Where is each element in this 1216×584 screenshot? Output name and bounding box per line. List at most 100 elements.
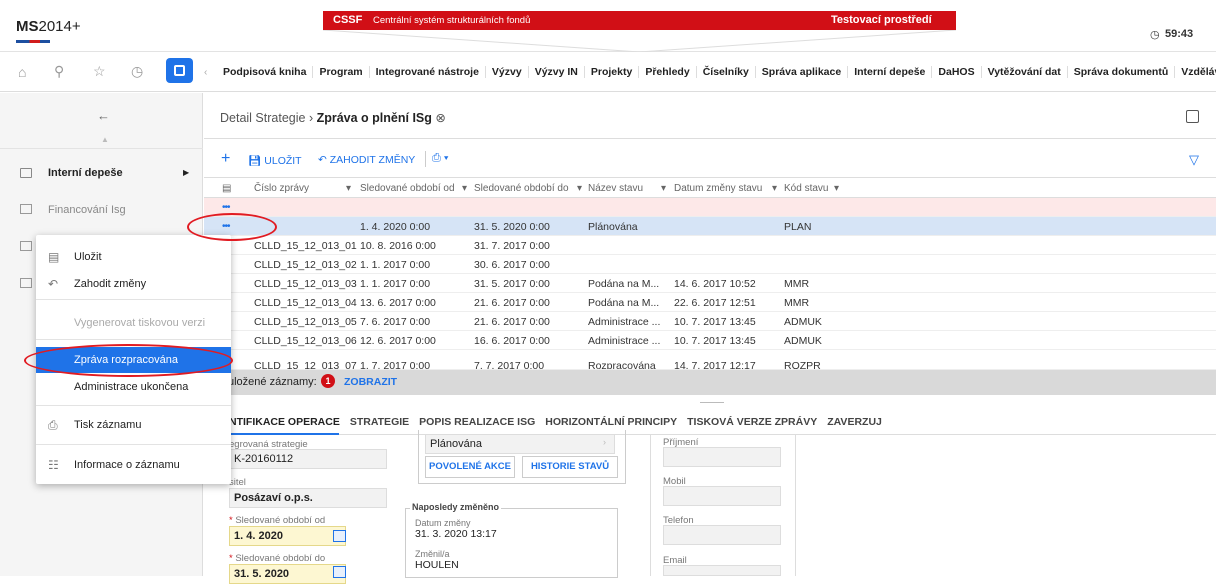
main-menu: Podpisová kniha Program Integrované nást… xyxy=(223,66,1216,78)
history-icon[interactable]: ◷ xyxy=(131,63,143,80)
chevron-right-icon[interactable]: ▶ xyxy=(183,168,189,177)
sort-icon[interactable]: ▾ xyxy=(834,183,839,194)
state-history-button[interactable]: HISTORIE STAVŮ xyxy=(522,456,618,478)
menu-item-administration-finished[interactable]: Administrace ukončena xyxy=(36,374,231,400)
sidebar-item-financovani[interactable]: Financování Isg xyxy=(48,204,126,216)
table-row[interactable]: CLLD_15_12_013_06 12. 6. 2017 0:00 16. 6… xyxy=(204,331,1216,350)
sort-icon[interactable]: ▾ xyxy=(772,183,777,194)
chevron-left-icon[interactable]: ‹ xyxy=(204,67,207,78)
from-date-input[interactable]: 1. 4. 2020 xyxy=(229,526,346,546)
menu-item[interactable]: Správa aplikace xyxy=(754,66,847,78)
menu-item[interactable]: Program xyxy=(312,66,368,78)
tab-tiskova-verze[interactable]: TISKOVÁ VERZE ZPRÁVY xyxy=(687,416,817,428)
menu-item-print-record[interactable]: ⎙ Tisk záznamu xyxy=(36,412,231,438)
menu-item-record-info[interactable]: ☷ Informace o záznamu xyxy=(36,452,231,478)
table-header: ▤ Číslo zprávy ▾ Sledované období od ▾ S… xyxy=(204,177,1216,198)
column-settings-icon[interactable]: ▤ xyxy=(222,183,231,194)
environment-label: Testovací prostředí xyxy=(831,14,932,26)
menu-item[interactable]: Vzdělávání xyxy=(1174,66,1216,78)
row-menu-icon[interactable]: ••• xyxy=(222,202,230,213)
page-title: Zpráva o plnění ISg xyxy=(316,111,432,125)
menu-item[interactable]: Výzvy IN xyxy=(527,66,584,78)
column-header[interactable]: Sledované období do xyxy=(474,183,569,194)
panel-toggle-icon[interactable] xyxy=(1186,110,1199,123)
menu-item[interactable]: Vytěžování dat xyxy=(980,66,1067,78)
calendar-icon[interactable] xyxy=(333,566,346,578)
annotation-circle xyxy=(24,344,233,377)
save-icon: 💾︎ xyxy=(248,155,262,167)
star-icon[interactable]: ☆ xyxy=(93,63,106,80)
discard-button[interactable]: ↶ ZAHODIT ZMĚNY xyxy=(318,154,415,166)
back-arrow-icon[interactable]: ← xyxy=(97,108,110,123)
menu-item[interactable]: Správa dokumentů xyxy=(1066,66,1175,78)
session-timer: 59:43 xyxy=(1165,28,1194,40)
menu-item[interactable]: Výzvy xyxy=(484,66,528,78)
tab-zaverzuj[interactable]: ZAVERZUJ xyxy=(827,416,882,428)
table-row[interactable]: CLLD_15_12_013_07 1. 7. 2017 0:00 7. 7. … xyxy=(204,350,1216,370)
breadcrumb-parent[interactable]: Detail Strategie xyxy=(220,111,305,125)
window-button[interactable] xyxy=(166,58,193,83)
sort-icon[interactable]: ▾ xyxy=(346,183,351,194)
filter-icon[interactable]: ▽ xyxy=(1189,152,1199,168)
sort-icon[interactable]: ▾ xyxy=(577,183,582,194)
table-row[interactable]: CLLD_15_12_013_05 7. 6. 2017 0:00 21. 6.… xyxy=(204,312,1216,331)
print-dropdown-button[interactable]: ⎙ ▾ xyxy=(432,152,449,165)
email-field[interactable] xyxy=(663,565,781,576)
add-icon[interactable]: + xyxy=(221,150,230,168)
splitter-handle[interactable] xyxy=(700,402,724,403)
column-header[interactable]: Datum změny stavu xyxy=(674,183,762,194)
tab-popis-realizace[interactable]: POPIS REALIZACE ISG xyxy=(419,416,535,428)
holder-field: Posázaví o.p.s. xyxy=(229,488,387,508)
document-icon xyxy=(20,241,32,251)
column-header[interactable]: Kód stavu xyxy=(784,183,828,194)
home-icon[interactable]: ⌂ xyxy=(18,64,26,80)
close-circle-icon[interactable]: ⊗ xyxy=(435,111,445,125)
table-row[interactable]: CLLD_15_12_013_02 1. 1. 2017 0:00 30. 6.… xyxy=(204,255,1216,274)
allowed-actions-button[interactable]: POVOLENÉ AKCE xyxy=(425,456,515,478)
menu-item[interactable]: DaHOS xyxy=(931,66,980,78)
menu-item[interactable]: Interní depeše xyxy=(847,66,931,78)
show-saved-button[interactable]: ZOBRAZIT xyxy=(344,376,397,388)
column-header[interactable]: Název stavu xyxy=(588,183,643,194)
tab-horizontalni-principy[interactable]: HORIZONTÁLNÍ PRINCIPY xyxy=(545,416,677,428)
column-header[interactable]: Číslo zprávy xyxy=(254,183,309,194)
menu-item-save[interactable]: ▤ Uložit xyxy=(36,244,231,270)
active-tab-indicator xyxy=(229,433,339,435)
menu-item-generate-print[interactable]: Vygenerovat tiskovou verzi xyxy=(36,310,231,336)
save-button[interactable]: 💾︎ ULOŽIT xyxy=(248,154,302,167)
menu-divider xyxy=(36,339,231,340)
to-date-input[interactable]: 31. 5. 2020 xyxy=(229,564,346,584)
sidebar-item-interni-depese[interactable]: Interní depeše xyxy=(48,167,123,179)
surname-field[interactable] xyxy=(663,447,781,467)
table-row-new[interactable]: ••• xyxy=(204,198,1216,217)
sidebar-divider xyxy=(0,148,203,149)
menu-item-discard[interactable]: ↶ Zahodit změny xyxy=(36,271,231,297)
menu-item[interactable]: Číselníky xyxy=(695,66,755,78)
menu-item[interactable]: Integrované nástroje xyxy=(368,66,485,78)
column-header[interactable]: Sledované období od xyxy=(360,183,455,194)
system-full-name: Centrální systém strukturálních fondů xyxy=(373,15,531,26)
menu-item[interactable]: Podpisová kniha xyxy=(223,66,312,78)
document-icon xyxy=(20,278,32,288)
search-icon[interactable]: ⚲ xyxy=(54,63,64,80)
app-logo[interactable]: MS2014+ xyxy=(16,18,81,35)
phone-field[interactable] xyxy=(663,525,781,545)
table-row[interactable]: CLLD_15_12_013_01 10. 8. 2016 0:00 31. 7… xyxy=(204,236,1216,255)
tab-identifikace-operace[interactable]: NTIFIKACE OPERACE xyxy=(229,416,340,428)
annotation-circle xyxy=(187,213,277,241)
menu-item[interactable]: Projekty xyxy=(583,66,638,78)
menu-item[interactable]: Přehledy xyxy=(638,66,695,78)
sort-icon[interactable]: ▾ xyxy=(661,183,666,194)
strategy-field: K-20160112 xyxy=(229,449,387,469)
table-row[interactable]: CLLD_15_12_013_04 13. 6. 2017 0:00 21. 6… xyxy=(204,293,1216,312)
system-short-name: CSSF xyxy=(333,14,363,26)
menu-divider xyxy=(36,299,231,300)
table-row-selected[interactable]: ••• 1. 4. 2020 0:00 31. 5. 2020 0:00 Plá… xyxy=(204,217,1216,236)
sort-icon[interactable]: ▾ xyxy=(462,183,467,194)
tab-strategie[interactable]: STRATEGIE xyxy=(350,416,409,428)
table-row[interactable]: CLLD_15_12_013_03 1. 1. 2017 0:00 31. 5.… xyxy=(204,274,1216,293)
saved-records-label: uložené záznamy: xyxy=(228,376,317,388)
scroll-up-icon[interactable]: ▲ xyxy=(101,135,109,144)
calendar-icon[interactable] xyxy=(333,530,346,542)
mobile-field[interactable] xyxy=(663,486,781,506)
